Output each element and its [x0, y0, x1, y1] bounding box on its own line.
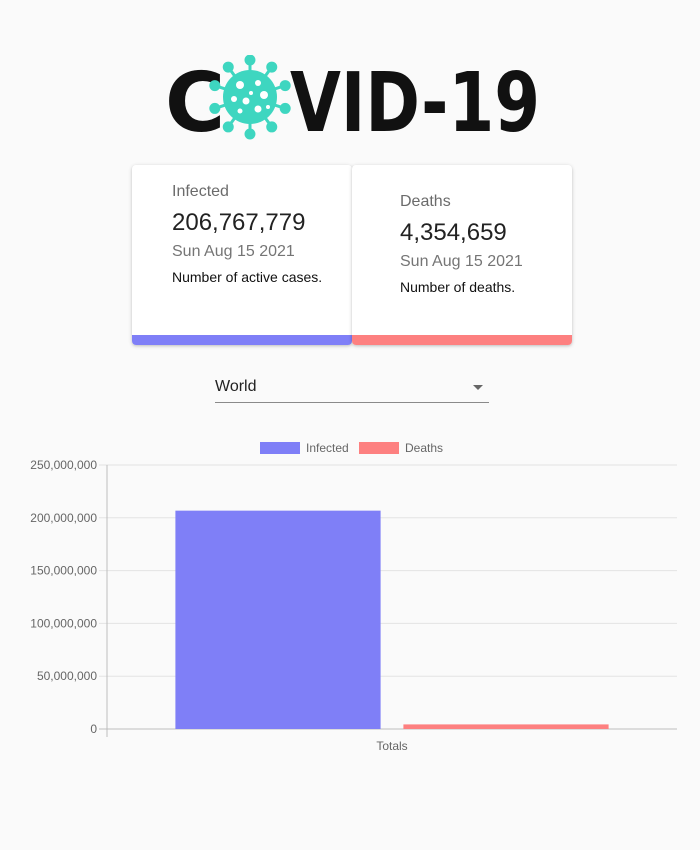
deaths-card-title: Deaths — [400, 193, 451, 210]
legend-label-deaths: Deaths — [405, 441, 443, 455]
x-tick-label: Totals — [376, 739, 407, 753]
country-select[interactable]: World — [215, 372, 489, 403]
legend-swatch-deaths — [359, 442, 399, 454]
infected-description: Number of active cases. — [172, 269, 323, 285]
legend-label-infected: Infected — [306, 441, 349, 455]
infected-card-content: Infected 206,767,779 Sun Aug 15 2021 Num… — [172, 183, 332, 287]
infected-count: 206,767,779 — [172, 209, 306, 236]
y-tick-label: 200,000,000 — [30, 511, 97, 525]
covid-tracker-page: C VID-19 Infected 206,767,779 Sun Aug 15… — [0, 0, 700, 850]
virus-spike-tip — [266, 61, 278, 73]
country-select-value: World — [215, 378, 257, 395]
infected-card-title: Infected — [172, 183, 229, 200]
virus-spike-tip — [244, 55, 256, 66]
deaths-card-content: Deaths 4,354,659 Sun Aug 15 2021 Number … — [400, 193, 552, 297]
y-tick-label: 0 — [90, 722, 97, 736]
infected-date: Sun Aug 15 2021 — [172, 243, 295, 260]
virus-spike-tip — [209, 102, 221, 114]
virus-spike-tip — [244, 128, 256, 140]
logo-text-left: C — [165, 56, 225, 140]
deaths-description: Number of deaths. — [400, 279, 516, 295]
y-tick-label: 150,000,000 — [30, 564, 97, 578]
infected-card-accent-bar — [132, 335, 352, 345]
legend-swatch-infected — [260, 442, 300, 454]
deaths-card-accent-bar — [352, 335, 572, 345]
y-tick-label: 100,000,000 — [30, 616, 97, 630]
totals-bar-chart: Infected Deaths 0 50,000,000 100,000,000 150,… — [0, 430, 700, 770]
infected-card: Infected 206,767,779 Sun Aug 15 2021 Num… — [132, 165, 352, 345]
y-tick-label: 250,000,000 — [30, 458, 97, 472]
covid-logo: C VID-19 — [165, 55, 545, 140]
virus-spike-tip — [209, 80, 221, 92]
logo-graphic: C VID-19 — [165, 55, 540, 140]
virus-spike-tip — [279, 102, 291, 114]
deaths-count: 4,354,659 — [400, 219, 507, 246]
virus-spike-tip — [266, 121, 278, 133]
bar-infected — [175, 510, 381, 729]
virus-spike-tip — [279, 80, 291, 92]
deaths-card: Deaths 4,354,659 Sun Aug 15 2021 Number … — [352, 165, 572, 345]
y-tick-label: 50,000,000 — [37, 669, 97, 683]
virus-spike-tip — [222, 121, 234, 133]
virus-spike-tip — [222, 61, 234, 73]
bar-deaths — [403, 724, 609, 729]
dropdown-arrow-icon[interactable] — [473, 385, 483, 390]
chart-svg: Infected Deaths 0 50,000,000 100,000,000 150,… — [30, 441, 677, 753]
logo-text-right: VID-19 — [290, 56, 540, 140]
deaths-date: Sun Aug 15 2021 — [400, 253, 523, 270]
